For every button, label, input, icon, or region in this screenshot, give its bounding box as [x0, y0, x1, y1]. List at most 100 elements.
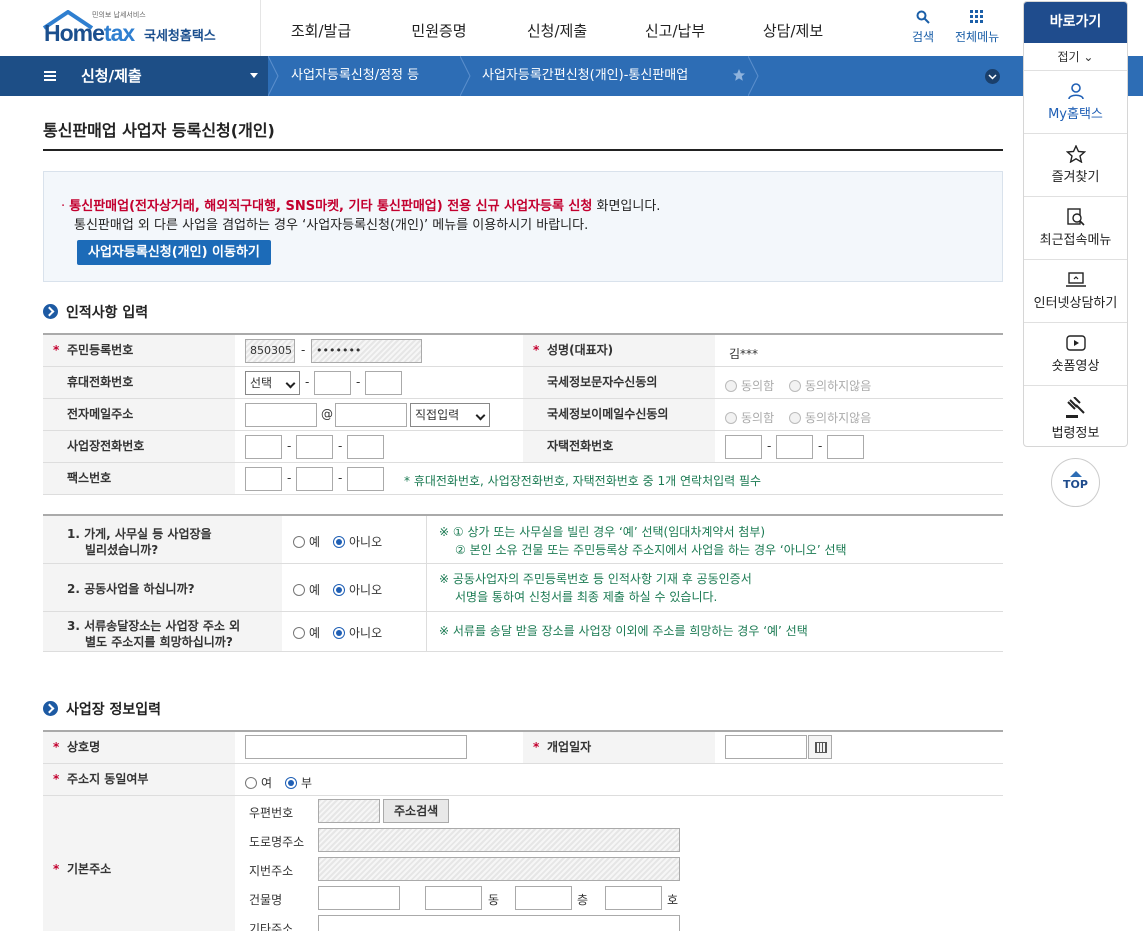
fax-1-input[interactable] [245, 467, 282, 491]
quick-menu-title: 바로가기 [1024, 2, 1127, 43]
biz-phone-label: 사업장전화번호 [43, 431, 235, 462]
favorite-star-icon[interactable] [732, 68, 746, 82]
sms-consent-label: 국세정보문자수신동의 [523, 367, 715, 398]
page-title: 통신판매업 사업자 등록신청(개인) [43, 121, 275, 140]
dong-label: 동 [488, 893, 500, 907]
etc-address-label: 기타주소 [249, 922, 294, 931]
address-search-button[interactable]: 주소검색 [383, 799, 450, 823]
zip-label: 우편번호 [249, 806, 294, 820]
biz-phone-3-input[interactable] [347, 435, 384, 459]
divider [426, 516, 427, 563]
trade-name-input[interactable] [245, 735, 467, 759]
hometax-logo[interactable]: 민의보 납세서비스 Hometax 국세청홈택스 [42, 8, 232, 48]
star-icon [1065, 145, 1086, 163]
home-phone-2-input[interactable] [776, 435, 813, 459]
side-item-online-consult[interactable]: 인터넷상담하기 [1024, 260, 1127, 323]
row-rrn: 주민등록번호 850305 - ••••••• 성명(대표자) 김*** [43, 335, 1003, 367]
laptop-icon [1065, 272, 1086, 287]
same-address-yes-radio[interactable]: 여 [245, 774, 272, 791]
etc-address-input[interactable] [318, 915, 680, 931]
side-item-shortform-video[interactable]: 숏폼영상 [1024, 323, 1127, 386]
building-name-input[interactable] [318, 886, 400, 910]
row-email: 전자메일주소 @ 직접입력 국세정보이메일수신동의 동의함 동의하지않음 [43, 399, 1003, 431]
email-disagree-radio[interactable]: 동의하지않음 [789, 409, 871, 426]
email-agree-radio[interactable]: 동의함 [725, 409, 774, 426]
building-label: 건물명 [249, 893, 283, 907]
grid-icon [970, 10, 984, 23]
notice-box: · 통신판매업(전자상거래, 해외직구대행, SNS마켓, 기타 통신판매업) … [43, 171, 1003, 282]
home-phone-label: 자택전화번호 [523, 431, 715, 462]
building-dong-input[interactable] [425, 886, 482, 910]
name-value: 김*** [729, 347, 759, 361]
q1-no-radio[interactable]: 아니오 [333, 533, 382, 550]
mobile-prefix-select[interactable]: 선택 [245, 371, 300, 395]
sms-disagree-radio[interactable]: 동의하지않음 [789, 377, 871, 394]
question-row-3: 3. 서류송달장소는 사업장 주소 외 별도 주소지를 희망하십니까? 예 아니… [43, 612, 1003, 652]
logo-tagline: 민의보 납세서비스 [92, 11, 146, 19]
business-info-table: 상호명 개업일자 주소지 동일여부 여 부 기본주소 우편번호 주소검색 도로명… [43, 730, 1003, 931]
email-domain-select[interactable]: 직접입력 [410, 403, 490, 427]
search-button[interactable]: 검색 [912, 10, 934, 45]
logo-korean: 국세청홈택스 [144, 29, 216, 44]
person-icon [1067, 83, 1084, 100]
email-domain-input[interactable] [335, 403, 407, 427]
gavel-icon [1065, 397, 1085, 418]
side-item-favorites[interactable]: 즐겨찾기 [1024, 134, 1127, 197]
biz-phone-1-input[interactable] [245, 435, 282, 459]
section-title-personal: 인적사항 입력 [43, 302, 148, 322]
email-consent-label: 국세정보이메일수신동의 [523, 399, 715, 430]
dash: - [305, 375, 310, 389]
quick-menu-fold-button[interactable]: 접기 ⌄ [1024, 43, 1127, 71]
scroll-top-button[interactable]: TOP [1051, 458, 1100, 507]
all-menu-button[interactable]: 전체메뉴 [955, 10, 999, 45]
gnb-item-certificate[interactable]: 민원증명 [380, 0, 498, 56]
q3-no-radio[interactable]: 아니오 [333, 624, 382, 641]
lot-address-field [318, 857, 680, 881]
q3-yes-radio[interactable]: 예 [293, 624, 320, 641]
side-item-law-info[interactable]: 법령정보 [1024, 386, 1127, 446]
side-item-recent-menu[interactable]: 최근접속메뉴 [1024, 197, 1127, 260]
q2-yes-radio[interactable]: 예 [293, 581, 320, 598]
gnb-item-inquiry[interactable]: 조회/발급 [262, 0, 380, 56]
rrn-label: 주민등록번호 [43, 335, 235, 366]
breadcrumb-item-1[interactable]: 사업자등록신청/정정 등 [291, 56, 419, 96]
open-date-input[interactable] [725, 735, 807, 759]
gnb-item-application[interactable]: 신청/제출 [498, 0, 616, 56]
go-general-registration-button[interactable]: 사업자등록신청(개인) 이동하기 [77, 240, 271, 265]
same-address-no-radio[interactable]: 부 [285, 774, 312, 791]
floor-input[interactable] [515, 886, 572, 910]
breadcrumb-separator-icon [748, 56, 759, 96]
lot-address-label: 지번주소 [249, 864, 294, 878]
rrn-back-field: ••••••• [311, 339, 422, 363]
fax-2-input[interactable] [296, 467, 333, 491]
q2-no-radio[interactable]: 아니오 [333, 581, 382, 598]
biz-phone-2-input[interactable] [296, 435, 333, 459]
mobile-middle-input[interactable] [314, 371, 351, 395]
breadcrumb-item-2[interactable]: 사업자등록간편신청(개인)-통신판매업 [482, 56, 688, 96]
breadcrumb-bar: 신청/제출 사업자등록신청/정정 등 사업자등록간편신청(개인)-통신판매업 [0, 56, 1143, 96]
home-phone-1-input[interactable] [725, 435, 762, 459]
trade-name-label: 상호명 [43, 732, 235, 763]
unit-input[interactable] [605, 886, 662, 910]
base-address-label: 기본주소 [43, 796, 235, 931]
fax-3-input[interactable] [347, 467, 384, 491]
menu-dropdown-icon[interactable] [250, 73, 258, 78]
zip-field [318, 799, 380, 823]
question-row-1: 1. 가게, 사무실 등 사업장을 빌리셨습니까? 예 아니오 ※ ① 상가 또… [43, 516, 1003, 564]
gnb-item-filing[interactable]: 신고/납부 [616, 0, 734, 56]
logo-wordmark: Hometax [44, 20, 135, 46]
calendar-icon[interactable] [808, 735, 832, 759]
q2-note-1: ※ 공동사업자의 주민등록번호 등 인적사항 기재 후 공동인증서 [439, 572, 752, 586]
email-id-input[interactable] [245, 403, 317, 427]
mobile-last-input[interactable] [365, 371, 402, 395]
home-phone-3-input[interactable] [827, 435, 864, 459]
sms-agree-radio[interactable]: 동의함 [725, 377, 774, 394]
dash: - [287, 439, 292, 453]
header-divider [260, 0, 261, 56]
q1-note-1: ※ ① 상가 또는 사무실을 빌린 경우 ‘예’ 선택(임대차계약서 첨부) [439, 525, 766, 539]
chevron-down-icon [988, 74, 997, 80]
gnb-item-consult[interactable]: 상담/제보 [734, 0, 852, 56]
side-item-my-hometax[interactable]: My홈택스 [1024, 71, 1127, 134]
floor-label: 층 [577, 893, 589, 907]
q1-yes-radio[interactable]: 예 [293, 533, 320, 550]
